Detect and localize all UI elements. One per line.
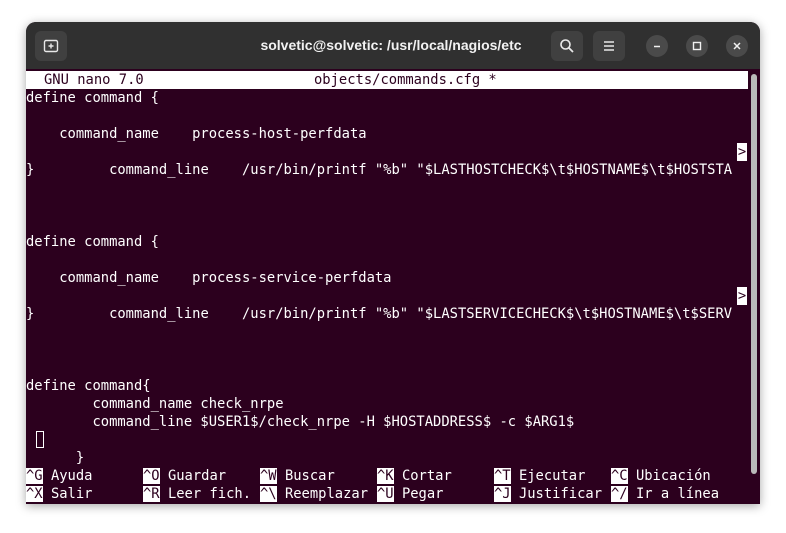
editor-line[interactable]: } [26,305,34,323]
menu-button[interactable] [593,31,625,61]
shortcut-exit: ^X Salir [26,486,93,502]
shortcut-cut: ^K Cortar [377,468,452,484]
shortcut-execute: ^T Ejecutar [494,468,586,484]
editor-line[interactable]: } [26,161,34,179]
shortcut-save: ^O Guardar [143,468,227,484]
editor-line-text: } [75,450,85,466]
title-bar: solvetic@solvetic: /usr/local/nagios/etc [26,22,760,69]
maximize-button[interactable] [686,35,708,57]
maximize-icon [692,41,702,51]
terminal-window: solvetic@solvetic: /usr/local/nagios/etc [26,22,760,504]
nano-version: GNU nano 7.0 [44,72,144,88]
truncation-marker: > [737,287,747,305]
search-icon [560,39,574,53]
shortcut-justify: ^J Justificar [494,486,603,502]
nano-filename: objects/commands.cfg * [314,72,497,88]
editor-line[interactable]: define command { [26,89,159,107]
shortcut-search: ^W Buscar [260,468,335,484]
editor-line[interactable]: command_name check_nrpe [26,395,283,413]
new-tab-icon [43,39,59,53]
editor-line[interactable]: } [26,431,84,466]
scrollbar[interactable] [749,72,757,496]
shortcut-replace: ^\ Reemplazar [260,486,369,502]
text-cursor [36,431,44,448]
shortcut-location: ^C Ubicación [611,468,711,484]
editor-line[interactable]: command_name process-service-perfdata [26,269,391,287]
scrollbar-thumb[interactable] [751,74,757,474]
truncation-marker: > [737,143,747,161]
shortcut-paste: ^U Pegar [377,486,444,502]
editor-line[interactable]: command_line /usr/bin/printf "%b" "$LAST… [26,287,748,322]
shortcut-help: ^G Ayuda [26,468,93,484]
new-tab-button[interactable] [35,31,67,61]
minimize-button[interactable] [646,35,668,57]
hamburger-menu-icon [604,41,614,51]
shortcut-go-to-line: ^/ Ir a línea [611,486,720,502]
window-title: solvetic@solvetic: /usr/local/nagios/etc [260,37,522,53]
editor-line[interactable]: command_line /usr/bin/printf "%b" "$LAST… [26,143,748,178]
editor-line[interactable]: command_name process-host-perfdata [26,125,366,143]
shortcut-read-file: ^R Leer fich. [143,486,252,502]
nano-header-bar: GNU nano 7.0 objects/commands.cfg * [26,71,748,89]
search-button[interactable] [551,31,583,61]
close-button[interactable] [726,35,748,57]
terminal-area[interactable]: GNU nano 7.0 objects/commands.cfg * defi… [26,69,748,504]
editor-line[interactable]: define command { [26,233,159,251]
editor-line[interactable]: define command{ [26,377,151,395]
editor-line-text: command_line /usr/bin/printf "%b" "$LAST… [75,306,733,322]
minimize-icon [654,45,660,48]
close-icon [733,42,741,50]
editor-line-text: command_line /usr/bin/printf "%b" "$LAST… [75,162,733,178]
editor-line[interactable]: command_line $USER1$/check_nrpe -H $HOST… [26,413,574,431]
